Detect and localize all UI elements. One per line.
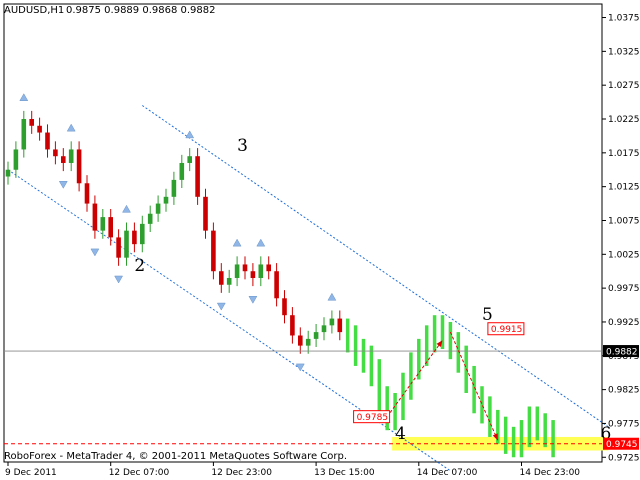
candle-body bbox=[313, 332, 319, 339]
candle-body bbox=[226, 277, 232, 285]
x-tick-label: 12 Dec 23:00 bbox=[211, 468, 272, 478]
candle-body bbox=[234, 264, 240, 278]
mt4-chart-window[interactable]: 23456 0.9785 0.9915 1.0375 1.0325 1.0275 1.0… bbox=[0, 0, 640, 480]
candle-body bbox=[242, 264, 248, 272]
candle-body bbox=[329, 318, 335, 326]
price-tag: 0.9915 bbox=[487, 322, 525, 336]
price-chart[interactable]: 23456 0.97850.9915 1.03751.03251.02751.0… bbox=[0, 0, 640, 480]
chart-background bbox=[0, 0, 640, 480]
candle-body bbox=[92, 203, 98, 231]
candle-body bbox=[179, 162, 185, 180]
candle-body bbox=[266, 264, 271, 272]
candle-body bbox=[258, 264, 264, 278]
candle-body bbox=[37, 125, 42, 133]
y-tick-label: 0.9925 bbox=[608, 318, 640, 328]
candle-body bbox=[155, 203, 161, 214]
chart-ohlc-label: 0.9875 0.9889 0.9868 0.9882 bbox=[66, 5, 216, 16]
y-tick-label: 0.9725 bbox=[608, 453, 640, 463]
wave-label: 2 bbox=[134, 256, 145, 276]
y-tick-label: 0.9775 bbox=[608, 419, 640, 429]
y-tick-label: 0.9825 bbox=[608, 386, 640, 396]
candle bbox=[211, 222, 216, 280]
candle-body bbox=[250, 271, 256, 278]
candle-body bbox=[84, 183, 90, 204]
wave-label: 3 bbox=[237, 136, 248, 156]
candle-body bbox=[116, 237, 121, 258]
x-tick-label: 13 Dec 15:00 bbox=[314, 468, 375, 478]
x-tick-label: 14 Dec 23:00 bbox=[520, 468, 581, 478]
current-price-badge: 0.9882 bbox=[603, 345, 639, 358]
candle-body bbox=[290, 315, 295, 336]
chart-symbol-label: AUDUSD,H1 bbox=[4, 5, 64, 16]
y-tick-label: 1.0325 bbox=[608, 47, 640, 57]
price-tag: 0.9785 bbox=[353, 410, 391, 424]
wave-label: 4 bbox=[395, 424, 406, 444]
candle-body bbox=[100, 217, 106, 231]
candle-body bbox=[298, 335, 303, 346]
chart-footer-label: RoboForex - MetaTrader 4, © 2001-2011 Me… bbox=[4, 451, 347, 462]
candle-body bbox=[147, 213, 153, 224]
current-price-badge-label: 0.9882 bbox=[606, 348, 638, 358]
candle-body bbox=[305, 338, 311, 346]
candle-body bbox=[219, 271, 224, 285]
wave-label: 5 bbox=[482, 305, 493, 325]
candle-body bbox=[45, 132, 50, 150]
candle-body bbox=[282, 298, 287, 316]
x-tick-label: 14 Dec 07:00 bbox=[417, 468, 478, 478]
candle-body bbox=[5, 169, 11, 177]
x-tick-label: 12 Dec 07:00 bbox=[109, 468, 170, 478]
candle-body bbox=[21, 119, 27, 150]
candle-body bbox=[195, 156, 200, 197]
candle-body bbox=[140, 223, 145, 245]
y-tick-label: 1.0075 bbox=[608, 216, 640, 226]
y-tick-label: 1.0275 bbox=[608, 81, 640, 91]
candle-body bbox=[187, 156, 192, 163]
candle-body bbox=[29, 119, 34, 126]
price-tag-label: 0.9785 bbox=[357, 413, 389, 423]
candle bbox=[195, 148, 200, 205]
candle-body bbox=[132, 230, 137, 245]
candle-body bbox=[68, 149, 74, 163]
candle-body bbox=[274, 271, 279, 299]
y-tick-label: 1.0375 bbox=[608, 14, 640, 24]
y-tick-label: 1.0175 bbox=[608, 149, 640, 159]
y-tick-label: 1.0125 bbox=[608, 183, 640, 193]
candle-body bbox=[203, 196, 208, 231]
y-tick-label: 1.0225 bbox=[608, 115, 640, 125]
y-tick-label: 1.0025 bbox=[608, 250, 640, 260]
candle-body bbox=[163, 196, 169, 204]
candle-body bbox=[124, 230, 129, 258]
candle-body bbox=[171, 179, 177, 197]
y-tick-label: 0.9975 bbox=[608, 284, 640, 294]
x-tick-label: 9 Dec 2011 bbox=[5, 468, 57, 478]
target-price-badge-label: 0.9745 bbox=[606, 440, 638, 450]
candle-body bbox=[108, 217, 113, 238]
price-tag-label: 0.9915 bbox=[491, 325, 523, 335]
target-price-badge: 0.9745 bbox=[603, 437, 639, 450]
candle-body bbox=[321, 325, 327, 333]
candle-body bbox=[61, 156, 66, 163]
candle-body bbox=[13, 149, 19, 170]
candle-body bbox=[53, 149, 58, 157]
candle-body bbox=[337, 318, 343, 333]
candle-body bbox=[76, 149, 82, 184]
candle-body bbox=[211, 230, 216, 272]
